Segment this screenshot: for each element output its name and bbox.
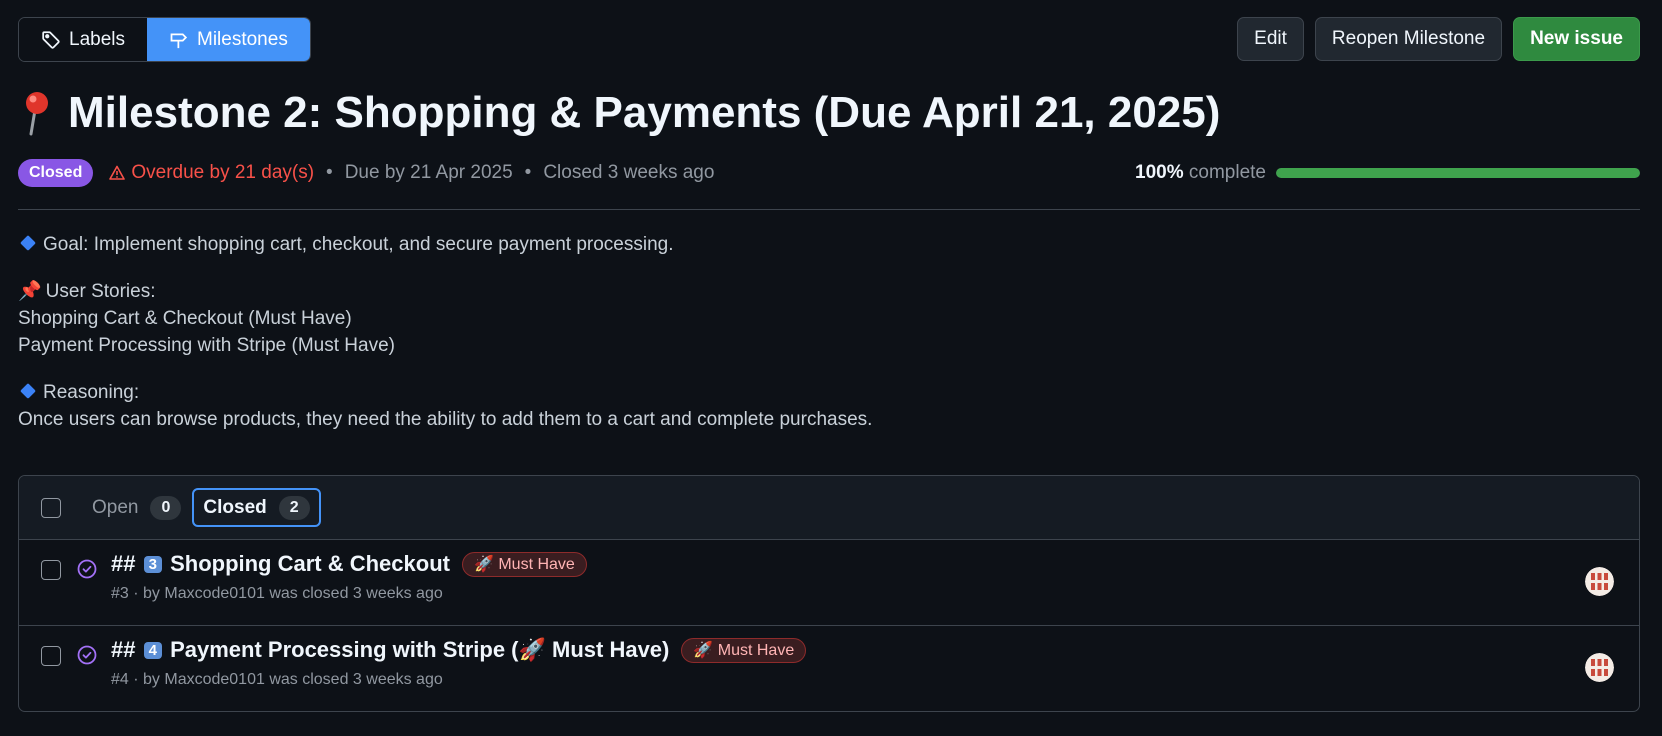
open-issues-tab[interactable]: Open 0	[92, 495, 182, 520]
status-badge: Closed	[18, 159, 94, 187]
avatar[interactable]	[1585, 567, 1614, 596]
page-title: Milestone 2: Shopping & Payments (Due Ap…	[18, 88, 1220, 138]
issue-title-line: ## 4 Payment Processing with Stripe (🚀 M…	[111, 637, 807, 663]
overdue-notice: Overdue by 21 day(s)	[109, 162, 314, 184]
stories-heading: User Stories:	[45, 281, 156, 302]
stories-paragraph: 📌 User Stories: Shopping Cart & Checkout …	[18, 278, 872, 359]
closed-issue-check-circle-icon	[77, 645, 97, 665]
issue-checkbox[interactable]	[41, 560, 61, 580]
labels-tab[interactable]: Labels	[19, 18, 147, 61]
issue-meta: #3 · by Maxcode0101 was closed 3 weeks a…	[111, 585, 443, 602]
issue-row: ## 3 Shopping Cart & Checkout 🚀 Must Hav…	[19, 540, 1639, 626]
divider	[18, 209, 1640, 210]
closed-issues-tab[interactable]: Closed 2	[192, 488, 321, 527]
must-have-label[interactable]: 🚀 Must Have	[461, 551, 587, 577]
issue-checkbox[interactable]	[41, 646, 61, 666]
issue-prefix: ##	[111, 637, 136, 662]
overdue-text: Overdue by 21 day(s)	[131, 162, 315, 183]
closed-tab-label: Closed	[203, 496, 267, 518]
issue-content: ## 3 Shopping Cart & Checkout 🚀 Must Hav…	[111, 551, 587, 603]
milestone-meta: Closed Overdue by 21 day(s) • Due by 21 …	[18, 157, 1640, 189]
issue-title-line: ## 3 Shopping Cart & Checkout 🚀 Must Hav…	[111, 551, 587, 577]
labels-tab-label: Labels	[69, 28, 125, 50]
pushpin-icon: 📌	[18, 281, 42, 302]
issue-title: Shopping Cart & Checkout	[170, 551, 450, 576]
issue-row: ## 4 Payment Processing with Stripe (🚀 M…	[19, 626, 1639, 711]
must-have-label[interactable]: 🚀 Must Have	[681, 637, 807, 663]
open-tab-label: Open	[92, 496, 139, 518]
milestone-description: Goal: Implement shopping cart, checkout,…	[18, 231, 872, 453]
keycap-digit-icon: 3	[143, 556, 162, 573]
select-all-checkbox[interactable]	[41, 497, 61, 518]
top-bar: Labels Milestones Edit Reopen Milestone …	[18, 17, 1640, 62]
edit-button[interactable]: Edit	[1237, 17, 1304, 61]
reasoning-heading: Reasoning:	[43, 382, 140, 403]
issues-list-header: Open 0 Closed 2	[19, 476, 1639, 540]
reasoning-paragraph: Reasoning: Once users can browse product…	[18, 379, 872, 433]
reasoning-text: Once users can browse products, they nee…	[18, 409, 873, 430]
progress-bar-fill	[1276, 168, 1640, 178]
labels-milestones-toggle: Labels Milestones	[18, 17, 311, 62]
open-count: 0	[150, 495, 182, 520]
story-item: Shopping Cart & Checkout (Must Have)	[18, 308, 352, 329]
issues-list: Open 0 Closed 2 ## 3 Shopping Cart & Che…	[18, 475, 1640, 712]
alert-icon	[109, 165, 126, 180]
header-actions: Edit Reopen Milestone New issue	[1237, 17, 1640, 61]
milestones-tab-label: Milestones	[197, 28, 288, 50]
issue-title-link[interactable]: ## 4 Payment Processing with Stripe (🚀 M…	[111, 637, 669, 663]
milestone-icon	[170, 33, 188, 48]
avatar[interactable]	[1585, 653, 1614, 682]
round-pushpin-icon	[26, 92, 48, 136]
issue-content: ## 4 Payment Processing with Stripe (🚀 M…	[111, 637, 807, 689]
keycap-digit-icon: 4	[143, 642, 162, 659]
goal-text: Goal: Implement shopping cart, checkout,…	[43, 234, 674, 255]
blue-diamond-icon	[20, 383, 36, 399]
issue-title: Payment Processing with Stripe (🚀 Must H…	[170, 637, 670, 662]
progress-percent: 100%	[1135, 162, 1184, 183]
milestones-tab[interactable]: Milestones	[147, 18, 310, 61]
issue-prefix: ##	[111, 551, 136, 576]
progress: 100% complete	[1135, 157, 1640, 189]
blue-diamond-icon	[20, 235, 36, 251]
story-item: Payment Processing with Stripe (Must Hav…	[18, 335, 395, 356]
new-issue-button[interactable]: New issue	[1513, 17, 1640, 61]
reopen-milestone-button[interactable]: Reopen Milestone	[1314, 17, 1503, 61]
issue-title-link[interactable]: ## 3 Shopping Cart & Checkout	[111, 551, 450, 577]
issue-meta: #4 · by Maxcode0101 was closed 3 weeks a…	[111, 671, 443, 688]
due-date: Due by 21 Apr 2025	[344, 162, 513, 183]
goal-paragraph: Goal: Implement shopping cart, checkout,…	[18, 231, 872, 258]
tag-icon	[42, 30, 60, 49]
closed-issue-check-circle-icon	[77, 559, 97, 579]
progress-label: complete	[1188, 162, 1266, 183]
progress-text: 100% complete	[1135, 162, 1266, 184]
closed-time: Closed 3 weeks ago	[543, 162, 715, 183]
separator-dot: •	[326, 162, 333, 183]
milestone-title: Milestone 2: Shopping & Payments (Due Ap…	[68, 88, 1221, 137]
separator-dot: •	[524, 162, 532, 183]
progress-bar	[1276, 168, 1640, 178]
closed-count: 2	[278, 495, 310, 520]
